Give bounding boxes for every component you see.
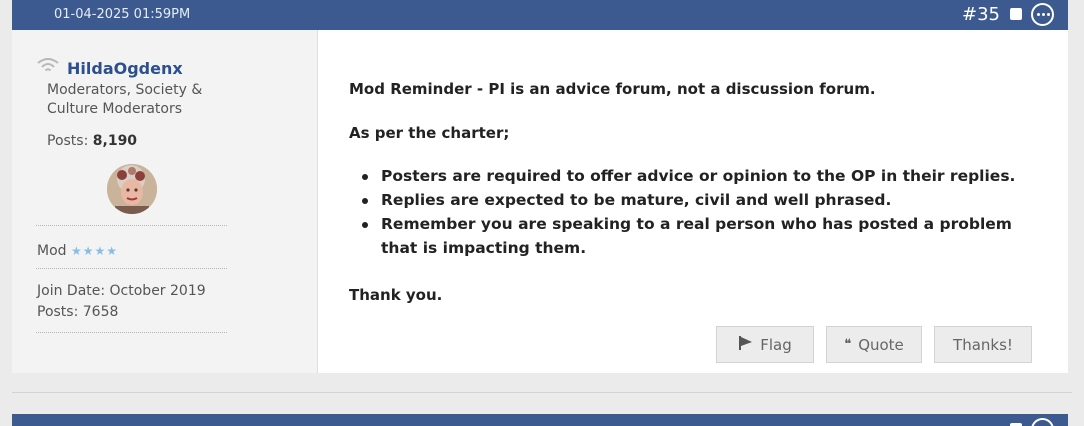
flag-icon	[738, 335, 753, 354]
username-link[interactable]: HildaOgdenx	[67, 59, 183, 78]
rules-list: Posters are required to offer advice or …	[349, 164, 1049, 260]
divider	[36, 268, 227, 269]
post-date: 01-04-2025 01:59PM	[54, 7, 191, 22]
divider	[36, 332, 227, 333]
user-rank: Mod ★★★★	[37, 243, 118, 259]
post-intro: As per the charter;	[349, 124, 510, 142]
join-date: Join Date: October 2019	[37, 283, 206, 299]
list-item: Posters are required to offer advice or …	[349, 164, 1049, 188]
wifi-icon	[37, 58, 59, 72]
divider	[36, 225, 227, 226]
thanks-button[interactable]: Thanks!	[934, 326, 1032, 363]
post-heading: Mod Reminder - PI is an advice forum, no…	[349, 80, 876, 98]
post-separator	[12, 392, 1072, 393]
user-info-panel: HildaOgdenx Moderators, Society & Cultur…	[12, 30, 318, 373]
list-item: Remember you are speaking to a real pers…	[349, 212, 1049, 260]
posts-label: Posts:	[47, 133, 89, 149]
quote-icon: ❝	[844, 337, 852, 352]
post-header: 01-04-2025 01:59PM #35	[12, 0, 1068, 30]
post-closing: Thank you.	[349, 286, 443, 304]
post-body: HildaOgdenx Moderators, Society & Cultur…	[12, 30, 1068, 373]
user-posts-count: Posts: 8,190	[47, 133, 137, 149]
post-permalink[interactable]: #35	[962, 4, 1000, 25]
avatar-image	[107, 164, 157, 214]
user-title: Moderators, Society & Culture Moderators	[47, 82, 203, 117]
rank-stars: ★★★★	[70, 244, 119, 258]
flag-label: Flag	[760, 335, 792, 354]
quote-label: Quote	[858, 335, 904, 354]
more-options-icon[interactable]	[1031, 418, 1054, 426]
thanks-label: Thanks!	[953, 335, 1013, 354]
list-item: Replies are expected to be mature, civil…	[349, 188, 1049, 212]
rank-label: Mod	[37, 243, 67, 259]
next-post-header	[12, 414, 1068, 426]
flag-button[interactable]: Flag	[716, 326, 814, 363]
posts-value: 8,190	[92, 133, 138, 149]
select-checkbox-icon[interactable]	[1010, 8, 1022, 20]
avatar[interactable]	[107, 164, 157, 214]
more-options-icon[interactable]	[1031, 3, 1054, 26]
post-total: Posts: 7658	[37, 304, 119, 320]
quote-button[interactable]: ❝ Quote	[826, 326, 922, 363]
